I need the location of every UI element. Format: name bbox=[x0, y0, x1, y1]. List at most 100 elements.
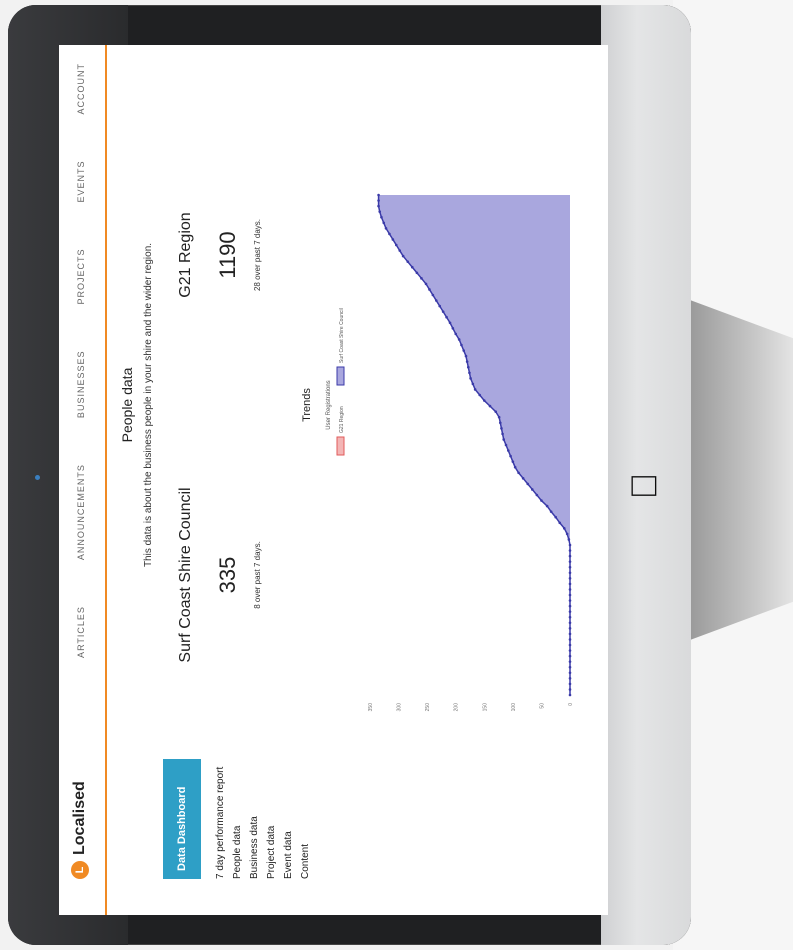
sidebar-item-data-dashboard[interactable]: Data Dashboard bbox=[163, 759, 201, 879]
data-point bbox=[568, 560, 572, 563]
main-content: People data This data is about the busin… bbox=[105, 45, 605, 765]
sidebar-item-people-data[interactable]: People data bbox=[232, 767, 243, 879]
sidebar: Data Dashboard 7 day performance report … bbox=[105, 759, 605, 915]
data-point bbox=[568, 599, 572, 602]
y-tick-label: 200 bbox=[454, 703, 460, 712]
imac-stand bbox=[690, 300, 793, 640]
nav-account[interactable]: ACCOUNT bbox=[76, 63, 86, 115]
data-point bbox=[378, 210, 382, 213]
y-tick-label: 300 bbox=[397, 703, 403, 712]
data-point bbox=[504, 443, 508, 447]
localised-logo-icon: L bbox=[71, 861, 89, 879]
nav-announcements[interactable]: ANNOUNCEMENTS bbox=[76, 464, 86, 560]
data-point bbox=[415, 271, 419, 275]
registrations-chart: User Registrations G21 Region Surf Coast S… bbox=[320, 55, 600, 755]
main-nav: ARTICLES ANNOUNCEMENTS BUSINESSES PROJEC… bbox=[76, 63, 86, 658]
data-point bbox=[410, 265, 414, 269]
apple-logo-icon:  bbox=[623, 473, 665, 500]
data-point bbox=[513, 465, 517, 469]
series-area-surf-coast bbox=[378, 195, 570, 695]
data-point bbox=[568, 588, 572, 591]
data-point bbox=[558, 521, 562, 525]
data-point bbox=[568, 671, 572, 675]
data-point bbox=[498, 421, 502, 425]
data-point bbox=[530, 488, 534, 491]
data-point bbox=[568, 582, 572, 586]
data-point bbox=[517, 471, 520, 475]
sidebar-item-project-data[interactable]: Project data bbox=[266, 767, 277, 879]
sidebar-item-content[interactable]: Content bbox=[300, 767, 311, 879]
data-point bbox=[568, 610, 572, 613]
data-point bbox=[473, 388, 477, 391]
data-point bbox=[460, 343, 463, 347]
data-point bbox=[438, 304, 442, 308]
page-title: People data bbox=[119, 367, 135, 443]
data-point bbox=[554, 515, 558, 519]
stat-surf-coast: Surf Coast Shire Council 335 8 over past… bbox=[177, 465, 262, 685]
data-point bbox=[549, 510, 553, 513]
data-point bbox=[398, 249, 402, 252]
data-point bbox=[526, 482, 530, 486]
y-tick-label: 0 bbox=[568, 703, 574, 706]
data-point bbox=[565, 532, 569, 536]
legend-label[interactable]: Surf Coast Shire Council bbox=[339, 308, 345, 363]
y-tick-label: 100 bbox=[511, 703, 517, 712]
legend-label[interactable]: G21 Region bbox=[339, 406, 345, 433]
sidebar-item-business-data[interactable]: Business data bbox=[249, 767, 260, 879]
data-point bbox=[568, 549, 572, 552]
data-point bbox=[462, 349, 466, 352]
data-point bbox=[562, 527, 566, 530]
data-point bbox=[568, 554, 572, 558]
data-point bbox=[478, 393, 482, 397]
data-point bbox=[568, 654, 572, 658]
data-point bbox=[394, 243, 398, 247]
sidebar-item-event-data[interactable]: Event data bbox=[283, 767, 294, 879]
data-point bbox=[377, 204, 380, 208]
data-point bbox=[494, 410, 498, 413]
data-point bbox=[464, 354, 468, 358]
nav-businesses[interactable]: BUSINESSES bbox=[76, 351, 86, 419]
data-point bbox=[568, 604, 572, 608]
data-point bbox=[511, 460, 515, 463]
data-point bbox=[540, 499, 543, 502]
data-point bbox=[568, 627, 572, 630]
data-point bbox=[568, 615, 572, 619]
page-subtitle: This data is about the business people i… bbox=[143, 242, 154, 568]
data-point bbox=[471, 382, 475, 386]
data-point bbox=[568, 543, 572, 547]
legend-swatch bbox=[336, 436, 345, 456]
web-app: L Localised ARTICLES ANNOUNCEMENTS BUSIN… bbox=[59, 45, 608, 915]
nav-projects[interactable]: PROJECTS bbox=[76, 249, 86, 305]
stat-name: G21 Region bbox=[177, 212, 194, 298]
sidebar-item-7-day-report[interactable]: 7 day performance report bbox=[215, 767, 226, 879]
data-point bbox=[434, 299, 438, 302]
data-point bbox=[568, 665, 572, 669]
data-point bbox=[568, 638, 572, 641]
y-tick-label: 150 bbox=[482, 703, 488, 712]
sidebar-list: 7 day performance report People data Bus… bbox=[215, 767, 317, 879]
data-point bbox=[509, 454, 512, 458]
data-point bbox=[451, 327, 455, 330]
top-navigation-bar: L Localised ARTICLES ANNOUNCEMENTS BUSIN… bbox=[59, 45, 107, 915]
data-point bbox=[568, 643, 572, 647]
data-point bbox=[568, 577, 572, 580]
nav-events[interactable]: EVENTS bbox=[76, 161, 86, 203]
data-point bbox=[445, 315, 448, 319]
camera-icon bbox=[35, 475, 40, 480]
data-point bbox=[377, 199, 380, 202]
trends-heading: Trends bbox=[301, 388, 313, 422]
data-point bbox=[428, 288, 431, 291]
brand-logo[interactable]: L Localised bbox=[71, 781, 89, 879]
data-point bbox=[466, 365, 470, 369]
data-point bbox=[454, 332, 458, 336]
nav-articles[interactable]: ARTICLES bbox=[76, 606, 86, 658]
y-tick-label: 350 bbox=[368, 703, 374, 712]
data-point bbox=[431, 293, 435, 297]
data-point bbox=[501, 432, 504, 436]
data-point bbox=[500, 427, 503, 430]
data-point bbox=[468, 371, 471, 375]
data-point bbox=[506, 449, 510, 452]
stat-name: Surf Coast Shire Council bbox=[177, 487, 194, 663]
imac-frame:  L Localised ARTICLES ANNOUNCEMENTS BUS… bbox=[8, 5, 691, 945]
data-point bbox=[382, 221, 386, 225]
